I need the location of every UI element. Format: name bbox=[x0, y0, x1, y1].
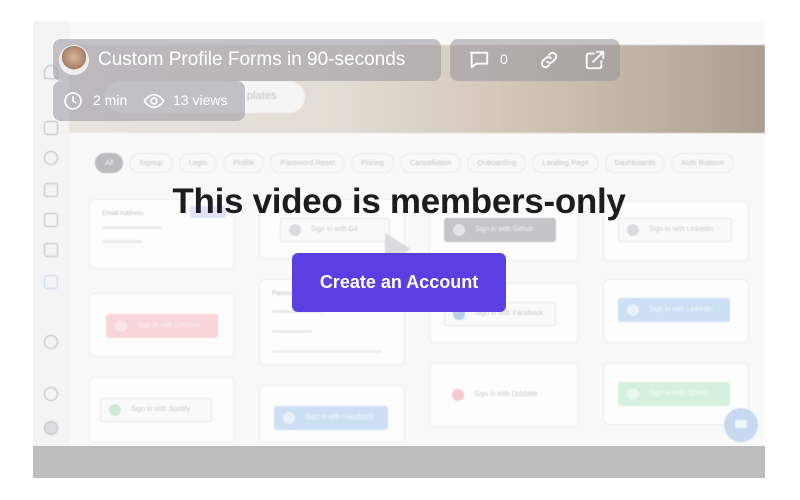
video-title-bar: Custom Profile Forms in 90-seconds bbox=[53, 39, 441, 81]
link-icon[interactable] bbox=[538, 49, 560, 71]
eye-icon bbox=[143, 93, 165, 109]
video-meta: 2 min 13 views bbox=[53, 81, 245, 121]
creator-avatar bbox=[59, 45, 89, 75]
video-duration: 2 min bbox=[93, 92, 128, 108]
external-link-icon[interactable] bbox=[584, 49, 606, 71]
video-title: Custom Profile Forms in 90-seconds bbox=[98, 49, 406, 70]
video-player[interactable]: plates All Signup Login Profile Password… bbox=[33, 21, 765, 446]
comment-count: 0 bbox=[500, 51, 508, 67]
video-embed: plates All Signup Login Profile Password… bbox=[33, 21, 765, 478]
comment-icon[interactable] bbox=[468, 49, 490, 71]
video-actions: 0 bbox=[450, 39, 620, 81]
create-account-button[interactable]: Create an Account bbox=[292, 253, 506, 312]
video-control-bar bbox=[33, 446, 765, 478]
members-only-heading: This video is members-only bbox=[172, 182, 626, 221]
clock-icon bbox=[64, 92, 82, 110]
video-views: 13 views bbox=[173, 92, 228, 108]
